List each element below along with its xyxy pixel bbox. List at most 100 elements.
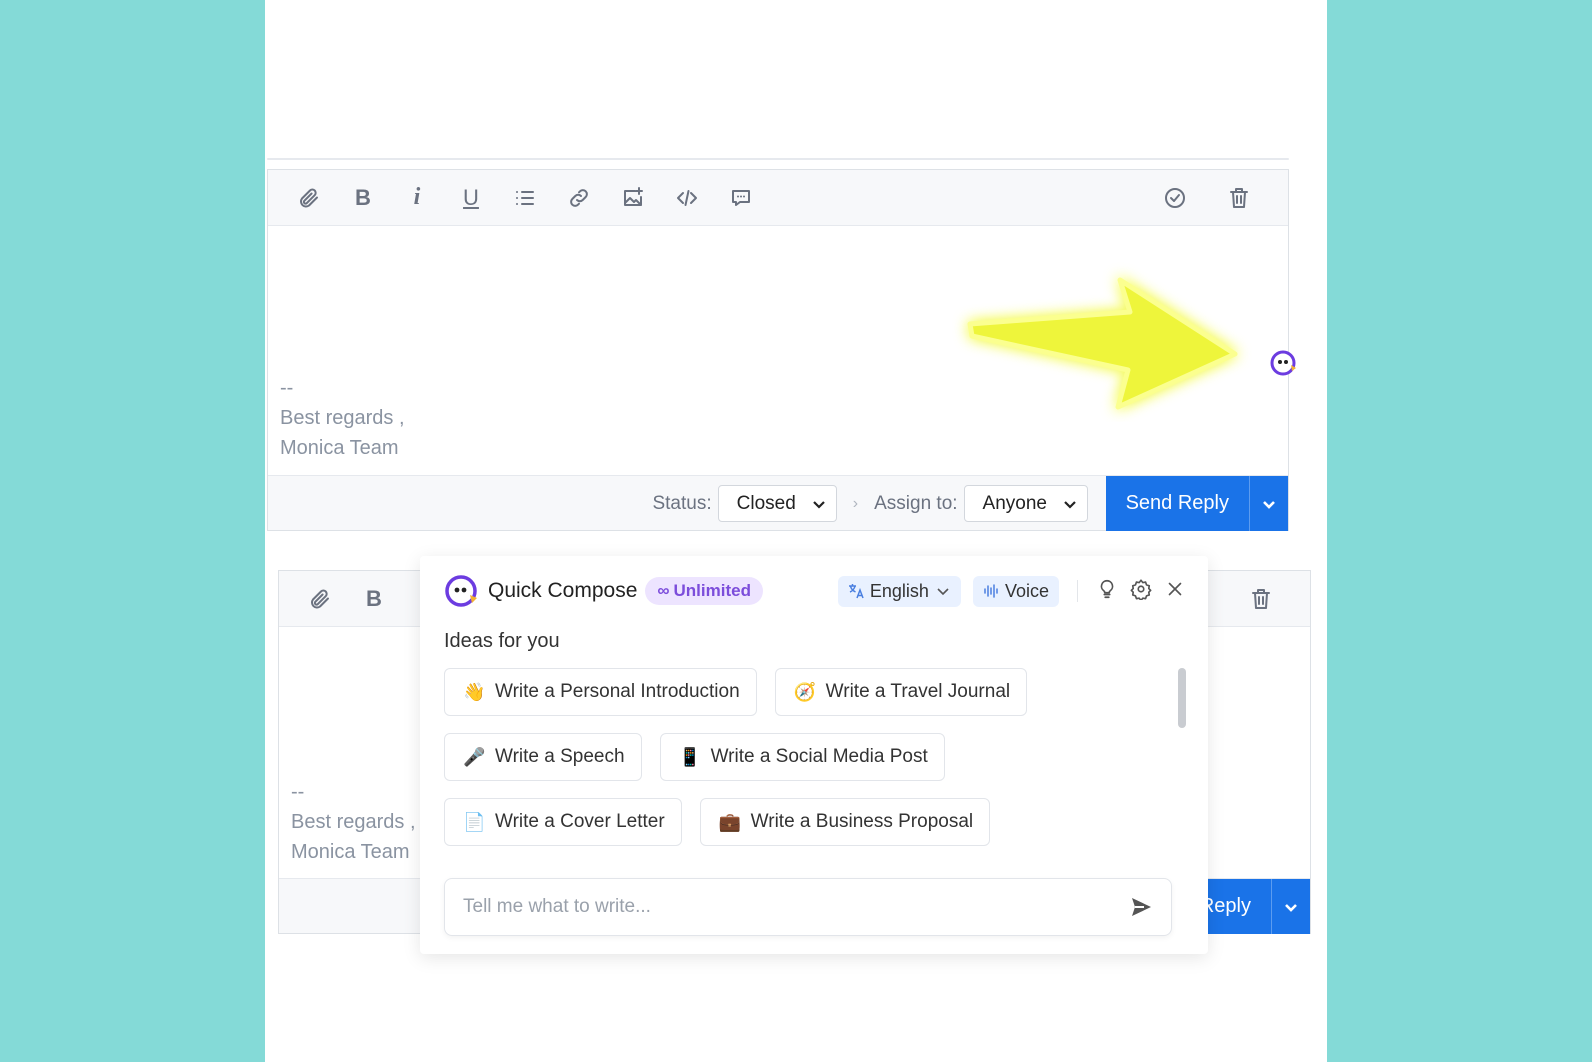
signature[interactable]: -- Best regards , Monica Team <box>280 373 405 463</box>
assign-value: Anyone <box>982 492 1047 514</box>
attach-button[interactable] <box>282 178 336 218</box>
link-button[interactable] <box>552 178 606 218</box>
bold-button[interactable]: B <box>336 178 390 218</box>
idea-social-media-post[interactable]: 📱 Write a Social Media Post <box>659 733 945 781</box>
chevron-right-icon: › <box>852 494 859 512</box>
prompt-input[interactable] <box>463 896 1129 918</box>
signature[interactable]: -- Best regards , Monica Team <box>291 777 416 867</box>
chevron-down-icon <box>813 500 825 509</box>
signature-line: -- <box>291 781 305 803</box>
prompt-box <box>444 878 1172 936</box>
signature-line: -- <box>280 377 294 399</box>
idea-label: Write a Social Media Post <box>710 746 928 767</box>
list-icon <box>516 190 534 205</box>
ideas-heading: Ideas for you <box>444 630 560 652</box>
status-value: Closed <box>736 492 796 514</box>
list-button[interactable] <box>498 178 552 218</box>
comment-button[interactable] <box>714 178 768 218</box>
idea-label: Write a Business Proposal <box>750 811 974 832</box>
send-options-button[interactable] <box>1250 476 1288 531</box>
mobile-phone-icon: 📱 <box>678 746 701 767</box>
microphone-icon: 🎤 <box>463 746 486 767</box>
chevron-down-icon <box>937 588 949 596</box>
signature-line: Best regards , <box>280 407 405 429</box>
language-value: English <box>869 580 929 601</box>
signature-line: Monica Team <box>291 841 410 863</box>
idea-travel-journal[interactable]: 🧭 Write a Travel Journal <box>774 668 1028 716</box>
insert-image-button[interactable] <box>606 178 660 218</box>
infinity-icon: ∞ <box>657 581 670 600</box>
trash-icon <box>1252 589 1270 609</box>
status-select[interactable]: Closed <box>717 485 837 522</box>
idea-label: Write a Personal Introduction <box>495 681 740 702</box>
idea-label: Write a Cover Letter <box>495 811 665 832</box>
underline-icon: U <box>463 184 479 210</box>
ideas-button[interactable] <box>1096 578 1118 605</box>
link-icon <box>570 188 588 207</box>
idea-cover-letter[interactable]: 📄 Write a Cover Letter <box>444 798 682 846</box>
ideas-scrollbar[interactable] <box>1178 668 1186 728</box>
delete-button[interactable] <box>1234 579 1288 619</box>
panel-header: Quick Compose ∞ Unlimited English Voice <box>444 572 1186 610</box>
image-add-icon <box>624 186 643 206</box>
language-select[interactable]: English <box>837 575 961 607</box>
signature-line: Monica Team <box>280 437 399 459</box>
close-icon <box>1168 582 1182 595</box>
paperclip-icon <box>300 188 318 207</box>
idea-speech[interactable]: 🎤 Write a Speech <box>444 733 642 781</box>
waving-hand-icon: 👋 <box>463 681 486 702</box>
assign-select[interactable]: Anyone <box>963 485 1088 522</box>
lightbulb-icon <box>1100 579 1114 598</box>
chevron-down-icon <box>1263 500 1275 509</box>
bold-button[interactable]: B <box>347 579 401 619</box>
chevron-down-icon <box>1064 500 1076 509</box>
translate-icon <box>848 584 864 599</box>
gear-icon <box>1130 578 1152 601</box>
monica-logo-icon <box>445 575 477 607</box>
assign-label: Assign to: <box>874 492 958 514</box>
paperclip-icon <box>311 589 329 608</box>
panel-title: Quick Compose <box>488 579 638 602</box>
delete-button[interactable] <box>1212 178 1266 218</box>
send-reply-group: Send Reply <box>1105 476 1288 531</box>
badge-label: Unlimited <box>673 581 751 600</box>
signature-line: Best regards , <box>291 811 416 833</box>
idea-business-proposal[interactable]: 💼 Write a Business Proposal <box>699 798 991 846</box>
divider <box>267 158 1289 160</box>
code-icon <box>677 189 697 206</box>
voice-button[interactable]: Voice <box>972 575 1059 607</box>
underline-button[interactable]: U <box>444 178 498 218</box>
italic-button[interactable]: i <box>390 178 444 218</box>
attach-button[interactable] <box>293 579 347 619</box>
idea-label: Write a Travel Journal <box>825 681 1011 702</box>
highlight-arrow <box>967 277 1238 410</box>
chevron-down-icon <box>1285 903 1297 912</box>
close-button[interactable] <box>1164 578 1186 605</box>
monica-logo-icon[interactable] <box>1270 349 1298 377</box>
idea-label: Write a Speech <box>495 746 625 767</box>
trash-icon <box>1230 188 1248 208</box>
waveform-icon <box>984 584 998 598</box>
briefcase-icon: 💼 <box>718 811 742 832</box>
document-icon: 📄 <box>463 811 486 832</box>
divider <box>1077 580 1078 602</box>
quick-compose-panel: Quick Compose ∞ Unlimited English Voice <box>420 556 1208 954</box>
approve-button[interactable] <box>1148 178 1202 218</box>
italic-icon: i <box>413 184 421 210</box>
idea-personal-introduction[interactable]: 👋 Write a Personal Introduction <box>444 668 757 716</box>
send-reply-button[interactable]: Send Reply <box>1106 476 1250 531</box>
status-label: Status: <box>652 492 712 514</box>
voice-label: Voice <box>1004 580 1049 601</box>
code-button[interactable] <box>660 178 714 218</box>
editor-footer: Status: Closed › Assign to: Anyone Send … <box>268 475 1288 531</box>
editor-toolbar: B i U <box>268 170 1288 226</box>
settings-button[interactable] <box>1130 578 1152 605</box>
bold-icon: B <box>366 585 382 611</box>
compass-icon: 🧭 <box>793 681 817 702</box>
check-circle-icon <box>1165 188 1185 208</box>
chat-bubble-icon <box>732 189 750 206</box>
bold-icon: B <box>355 184 371 210</box>
ideas-list: 👋 Write a Personal Introduction 🧭 Write … <box>444 668 1164 863</box>
send-icon[interactable] <box>1129 895 1153 919</box>
send-options-button[interactable] <box>1272 879 1310 934</box>
